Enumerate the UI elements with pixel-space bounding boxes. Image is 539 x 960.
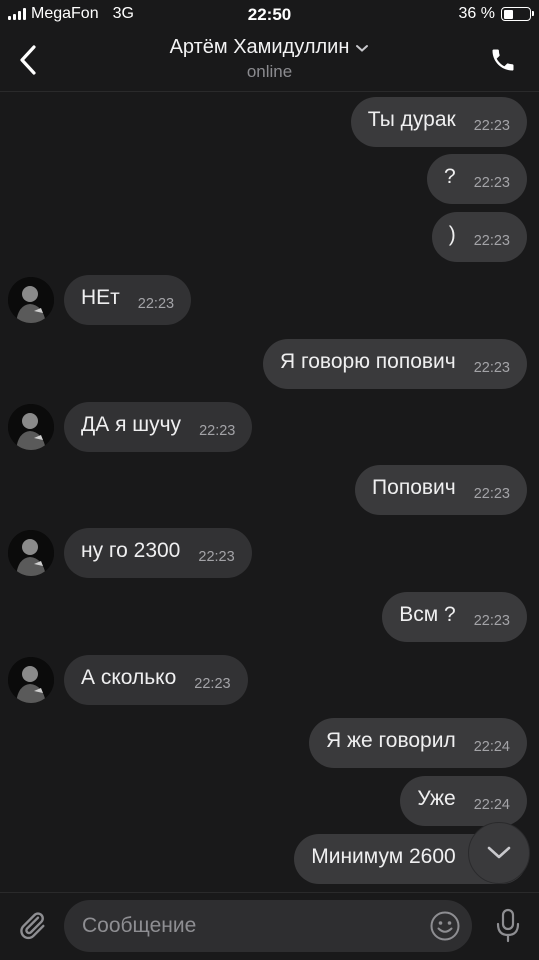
call-button[interactable] (487, 44, 519, 76)
message-time: 22:23 (473, 360, 510, 376)
message-time: 22:23 (199, 423, 236, 439)
chevron-down-icon (356, 44, 369, 52)
emoji-button[interactable] (428, 909, 462, 943)
message-time: 22:23 (194, 676, 231, 692)
message-text: ? (444, 165, 456, 188)
message-input[interactable] (82, 900, 412, 952)
incoming-message-bubble[interactable]: НЕт 22:23 (64, 275, 192, 325)
message-text: ну го 2300 (81, 539, 181, 562)
paperclip-icon (20, 912, 45, 940)
message-text: Попович (372, 476, 456, 499)
message-row: ну го 2300 22:23 (0, 528, 539, 580)
message-input-wrap (64, 900, 472, 952)
voice-message-button[interactable] (493, 907, 523, 945)
message-text: Я же говорил (326, 729, 456, 752)
message-time: 22:24 (473, 739, 510, 755)
outgoing-message-bubble[interactable]: Я говорю попович 22:23 (263, 339, 527, 389)
message-time: 22:23 (473, 486, 510, 502)
contact-name: Артём Хамидуллин (169, 36, 350, 58)
message-text: Минимум 2600 (311, 845, 456, 868)
message-time: 22:23 (473, 118, 510, 134)
contact-avatar[interactable] (8, 530, 54, 576)
contact-title[interactable]: Артём Хамидуллин (170, 36, 370, 59)
chevron-left-icon (20, 45, 36, 75)
back-button[interactable] (10, 42, 46, 78)
message-time: 22:23 (473, 175, 510, 191)
message-row: Я же говорил 22:24 (0, 718, 539, 770)
status-bar: MegaFon 3G 22:50 36 % (0, 0, 539, 30)
message-time: 22:23 (473, 233, 510, 249)
message-time: 22:24 (473, 797, 510, 813)
microphone-icon (496, 908, 520, 943)
message-row: Всм ? 22:23 (0, 592, 539, 644)
message-row: Уже 22:24 (0, 776, 539, 828)
message-text: А сколько (81, 666, 177, 689)
chevron-down-icon (487, 846, 511, 859)
contact-avatar[interactable] (8, 657, 54, 703)
outgoing-message-bubble[interactable]: Всм ? 22:23 (382, 592, 527, 642)
message-row: Я говорю попович 22:23 (0, 339, 539, 391)
message-text: ДА я шучу (81, 413, 182, 436)
message-composer (0, 892, 539, 960)
message-row: НЕт 22:23 (0, 275, 539, 327)
outgoing-message-bubble[interactable]: Попович 22:23 (355, 465, 527, 515)
message-list[interactable]: Ты дурак 22:23? 22:23) 22:23 НЕт 22:23 Я говор… (0, 92, 539, 892)
message-row: ДА я шучу 22:23 (0, 402, 539, 454)
incoming-message-bubble[interactable]: А сколько 22:23 (64, 655, 248, 705)
message-text: Ты дурак (367, 108, 456, 131)
smiley-icon (430, 911, 460, 941)
outgoing-message-bubble[interactable]: ) 22:23 (431, 212, 527, 262)
message-row: ? 22:23 (0, 154, 539, 206)
status-right: 36 % (458, 5, 534, 23)
phone-icon (492, 49, 514, 71)
contact-status: online (246, 62, 293, 81)
outgoing-message-bubble[interactable]: Я же говорил 22:24 (309, 718, 527, 768)
message-text: ) (448, 223, 456, 246)
message-row: Минимум 260022:24 (0, 834, 539, 886)
incoming-message-bubble[interactable]: ну го 2300 22:23 (64, 528, 252, 578)
battery-percent: 36 % (458, 5, 495, 22)
message-text: Я говорю попович (280, 350, 456, 373)
battery-level (503, 9, 513, 19)
attach-button[interactable] (14, 907, 50, 943)
outgoing-message-bubble[interactable]: Уже 22:24 (400, 776, 527, 826)
outgoing-message-bubble[interactable]: ? 22:23 (427, 154, 527, 204)
message-time: 22:23 (137, 296, 175, 312)
message-time: 22:23 (473, 613, 510, 629)
message-row: Попович 22:23 (0, 465, 539, 517)
contact-avatar[interactable] (8, 277, 54, 323)
message-row: ) 22:23 (0, 212, 539, 264)
message-time: 22:23 (198, 549, 235, 565)
message-text: НЕт (81, 286, 120, 309)
scroll-down-button[interactable] (468, 822, 530, 884)
chat-header: Артём Хамидуллин online (0, 30, 539, 92)
message-row: Ты дурак 22:23 (0, 97, 539, 149)
contact-info[interactable]: Артём Хамидуллин online (100, 36, 439, 82)
outgoing-message-bubble[interactable]: Ты дурак 22:23 (350, 97, 527, 147)
battery-icon (501, 7, 534, 21)
message-row: А сколько 22:23 (0, 655, 539, 707)
message-text: Всм ? (399, 603, 456, 626)
message-text: Уже (417, 787, 456, 810)
incoming-message-bubble[interactable]: ДА я шучу 22:23 (64, 402, 253, 452)
contact-avatar[interactable] (8, 404, 54, 450)
